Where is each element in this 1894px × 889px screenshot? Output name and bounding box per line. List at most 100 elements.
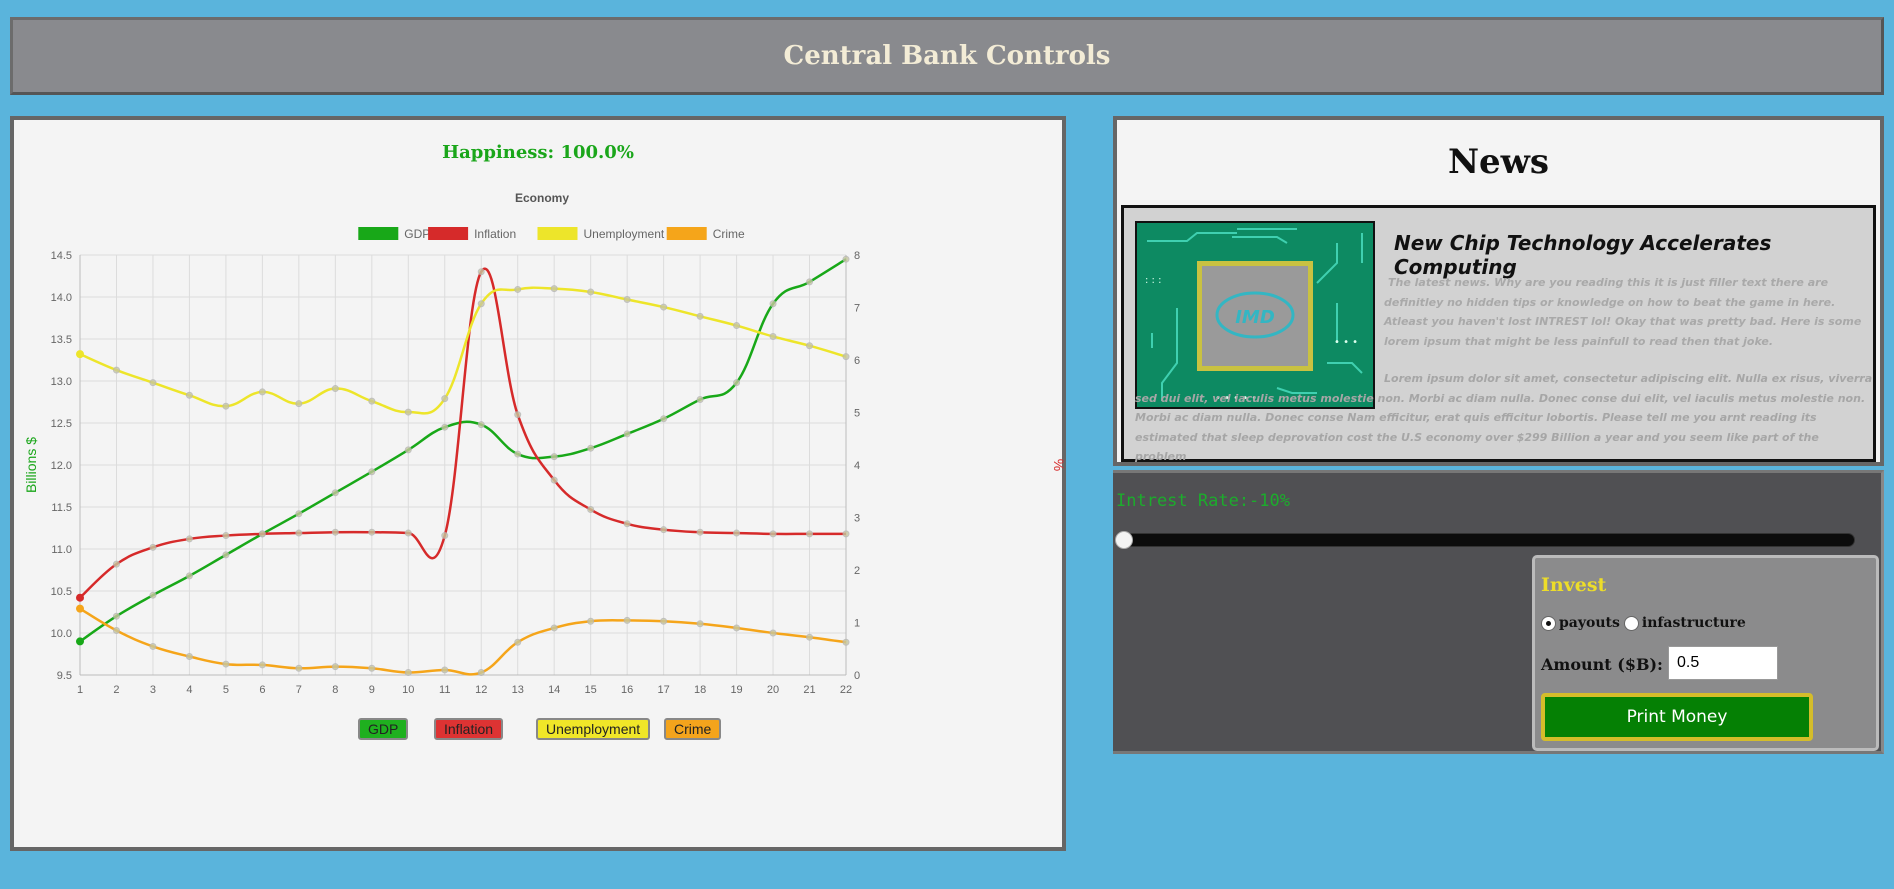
toggle-button-unemployment[interactable]: Unemployment xyxy=(536,718,651,740)
data-point-unemployment xyxy=(769,332,777,340)
invest-title: Invest xyxy=(1541,574,1607,596)
data-point-inflation xyxy=(404,529,412,537)
news-panel: News : : : • • • • • • • • IMD New Chip … xyxy=(1113,116,1884,466)
data-point-crime xyxy=(185,653,193,661)
y-left-tick-label: 11.0 xyxy=(51,544,72,556)
payouts-radio[interactable] xyxy=(1541,615,1556,631)
toggle-button-crime[interactable]: Crime xyxy=(664,718,722,740)
y-right-tick-label: 3 xyxy=(854,513,860,525)
data-point-crime xyxy=(76,604,84,613)
legend-swatch xyxy=(358,227,399,240)
data-point-crime xyxy=(477,668,485,676)
toggle-button-inflation[interactable]: Inflation xyxy=(434,718,504,740)
data-point-inflation xyxy=(112,560,120,568)
data-point-inflation xyxy=(514,411,522,419)
x-tick-label: 7 xyxy=(296,684,302,696)
print-money-button[interactable]: Print Money xyxy=(1541,693,1813,741)
data-point-inflation xyxy=(842,530,850,538)
data-point-inflation xyxy=(806,530,814,538)
data-point-crime xyxy=(623,616,631,624)
y-left-tick-label: 12.0 xyxy=(51,460,72,472)
data-point-crime xyxy=(806,633,814,641)
data-point-crime xyxy=(842,638,850,646)
data-point-unemployment xyxy=(623,296,631,304)
x-tick-label: 13 xyxy=(512,684,524,696)
economy-chart: 9.5 10.0 10.5 11.0 11.5 12.0 12.5 13.0 13.5 14.0 1… xyxy=(23,191,1067,696)
data-point-gdp xyxy=(550,453,558,461)
chart-panel: Happiness: 100.0% 9.5 10.0 10.5 11.0 11.5 12.… xyxy=(10,116,1067,851)
app-header: Central Bank Controls xyxy=(10,17,1884,95)
data-point-gdp xyxy=(769,300,777,308)
y-right-tick-label: 2 xyxy=(854,565,860,577)
data-point-inflation xyxy=(587,506,595,514)
x-tick-label: 1 xyxy=(77,684,83,696)
payouts-radio-label[interactable]: payouts xyxy=(1559,615,1620,631)
x-tick-label: 3 xyxy=(150,684,156,696)
data-point-crime xyxy=(222,660,230,668)
data-point-crime xyxy=(368,664,376,672)
legend-swatch xyxy=(666,227,707,240)
amount-input[interactable] xyxy=(1668,646,1778,680)
chip-label: IMD xyxy=(1235,307,1275,328)
interest-rate-slider[interactable] xyxy=(1123,533,1855,547)
x-tick-label: 6 xyxy=(259,684,265,696)
data-point-inflation xyxy=(368,528,376,536)
data-point-crime xyxy=(733,624,741,632)
y-left-tick-label: 10.5 xyxy=(51,586,72,598)
y-left-tick-label: 14.5 xyxy=(51,250,72,262)
svg-text:• • •: • • • xyxy=(1334,337,1358,348)
data-point-unemployment xyxy=(368,397,376,405)
data-point-gdp xyxy=(660,415,668,423)
data-point-crime xyxy=(295,664,303,672)
infrastructure-radio-label[interactable]: infastructure xyxy=(1642,615,1746,631)
controls-panel: Intrest Rate:-10% Invest payouts infastr… xyxy=(1113,470,1884,754)
news-paragraph-2: Lorem ipsum dolor sit amet, consectetur … xyxy=(1135,372,1873,463)
infrastructure-radio[interactable] xyxy=(1623,615,1639,631)
legend-swatch xyxy=(428,227,469,240)
y-left-tick-label: 13.0 xyxy=(51,376,72,388)
data-point-crime xyxy=(587,617,595,625)
toggle-button-gdp[interactable]: GDP xyxy=(358,718,409,740)
legend-label: GDP xyxy=(404,227,430,241)
data-point-gdp xyxy=(112,612,120,620)
chart-title: Economy xyxy=(515,191,569,205)
data-point-unemployment xyxy=(185,391,193,399)
series-line-inflation xyxy=(79,267,846,599)
y-right-tick-label: 6 xyxy=(854,355,860,367)
data-point-inflation xyxy=(295,529,303,537)
data-point-unemployment xyxy=(112,366,120,374)
x-tick-label: 17 xyxy=(657,684,669,696)
data-point-unemployment xyxy=(441,395,449,403)
x-tick-label: 4 xyxy=(186,684,192,696)
data-point-inflation xyxy=(258,530,266,538)
data-point-unemployment xyxy=(404,408,412,416)
data-point-crime xyxy=(404,668,412,676)
interest-rate-slider-thumb[interactable] xyxy=(1115,531,1133,549)
data-point-crime xyxy=(112,626,120,634)
data-point-crime xyxy=(550,624,558,632)
data-point-unemployment xyxy=(587,288,595,296)
series-line-crime xyxy=(79,607,847,676)
x-tick-label: 14 xyxy=(548,684,560,696)
x-tick-label: 9 xyxy=(369,684,375,696)
data-point-gdp xyxy=(441,423,449,431)
data-point-gdp xyxy=(733,379,741,387)
data-point-gdp xyxy=(587,444,595,452)
data-point-crime xyxy=(331,663,339,671)
y-right-tick-label: 0 xyxy=(854,670,860,682)
data-point-unemployment xyxy=(806,342,814,350)
data-point-gdp xyxy=(477,421,485,429)
data-point-unemployment xyxy=(477,300,485,308)
legend-label: Unemployment xyxy=(584,227,665,241)
x-tick-label: 2 xyxy=(113,684,119,696)
data-point-unemployment xyxy=(76,350,84,359)
x-tick-label: 22 xyxy=(840,684,852,696)
y-left-axis-label: Billions $ xyxy=(23,437,39,493)
data-point-gdp xyxy=(295,510,303,518)
news-paragraph-1: The latest news. Why are you reading thi… xyxy=(1384,276,1862,348)
data-point-inflation xyxy=(660,526,668,534)
data-point-gdp xyxy=(696,395,704,403)
x-tick-label: 12 xyxy=(475,684,487,696)
x-tick-label: 15 xyxy=(585,684,597,696)
data-point-inflation xyxy=(331,528,339,536)
